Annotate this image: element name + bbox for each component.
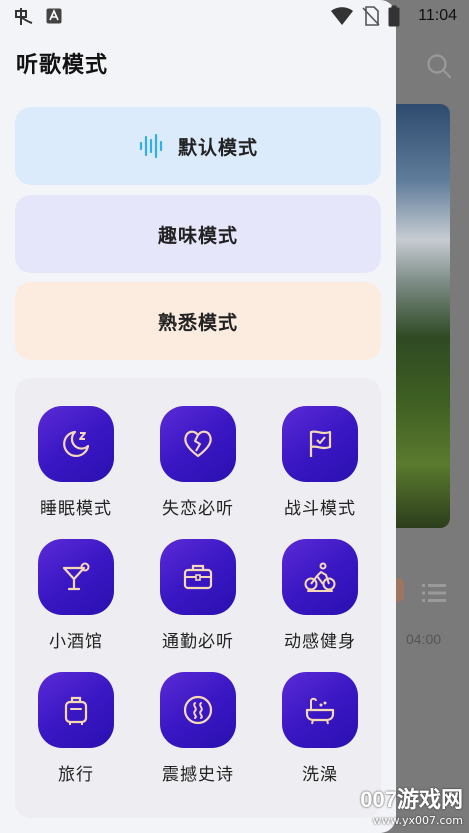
scene-heartbreak-label: 失恋必听	[162, 499, 234, 519]
sound-wave-icon	[139, 133, 163, 159]
search-icon	[427, 54, 452, 79]
scene-epic-label: 震撼史诗	[162, 765, 234, 785]
briefcase-icon	[183, 564, 213, 590]
scene-heartbreak-tile	[160, 406, 236, 482]
album-cover	[388, 104, 450, 528]
mode-familiar-button[interactable]: 熟悉模式	[15, 282, 381, 360]
scene-commute[interactable]: 通勤必听	[143, 539, 253, 652]
mode-default-label: 默认模式	[177, 136, 258, 159]
cyclist-icon	[304, 562, 336, 592]
scene-commute-tile	[160, 539, 236, 615]
scene-sleep-label: 睡眠模式	[40, 499, 112, 519]
scene-bath-tile	[282, 672, 358, 748]
scene-bath-label: 洗澡	[302, 765, 338, 785]
scene-sleep-tile	[38, 406, 114, 482]
track-duration: 04:00	[406, 631, 442, 647]
broken-heart-icon	[184, 430, 212, 458]
scene-fitness-tile	[282, 539, 358, 615]
drawer-title: 听歌模式	[16, 53, 109, 78]
scene-battle-tile	[282, 406, 358, 482]
status-time: 11:04	[418, 7, 457, 24]
battery-icon	[388, 5, 400, 27]
playlist-icon	[422, 584, 446, 602]
status-bar: 11:04	[0, 0, 469, 32]
wifi-icon	[331, 7, 353, 25]
scene-tavern-tile	[38, 539, 114, 615]
app-notification-icon	[15, 8, 33, 25]
watermark: 007游戏网 www.yx007.com	[360, 782, 463, 827]
waves-icon	[183, 695, 213, 725]
scene-battle-label: 战斗模式	[284, 499, 356, 519]
mode-fun-label: 趣味模式	[157, 224, 238, 247]
scene-travel[interactable]: 旅行	[21, 672, 131, 785]
scene-sleep[interactable]: 睡眠模式	[21, 406, 131, 519]
watermark-sub: www.yx007.com	[372, 814, 463, 827]
mode-fun-button[interactable]: 趣味模式	[15, 195, 381, 273]
flag-check-icon	[309, 430, 332, 457]
scene-travel-label: 旅行	[58, 765, 94, 785]
scene-fitness-label: 动感健身	[284, 632, 356, 652]
scene-tavern[interactable]: 小酒馆	[21, 539, 131, 652]
scene-battle[interactable]: 战斗模式	[265, 406, 375, 519]
scene-heartbreak[interactable]: 失恋必听	[143, 406, 253, 519]
cocktail-icon	[62, 562, 90, 591]
scene-commute-label: 通勤必听	[162, 632, 234, 652]
watermark-main: 007游戏网	[360, 787, 463, 812]
moon-sleep-icon	[63, 430, 90, 458]
mode-default-button[interactable]: 默认模式	[15, 107, 381, 185]
suitcase-icon	[64, 696, 88, 725]
bathtub-icon	[305, 697, 335, 725]
scene-fitness[interactable]: 动感健身	[265, 539, 375, 652]
no-sim-icon	[362, 6, 380, 26]
font-icon	[46, 8, 62, 24]
scene-tavern-label: 小酒馆	[49, 632, 103, 652]
scene-epic[interactable]: 震撼史诗	[143, 672, 253, 785]
scene-bath[interactable]: 洗澡	[265, 672, 375, 785]
listening-mode-drawer: 听歌模式 默认模式 趣味模式 熟悉模式 睡眠模式 失恋必听 战斗模式 小酒馆 通…	[0, 0, 396, 833]
scene-travel-tile	[38, 672, 114, 748]
scene-epic-tile	[160, 672, 236, 748]
mode-familiar-label: 熟悉模式	[157, 311, 238, 334]
